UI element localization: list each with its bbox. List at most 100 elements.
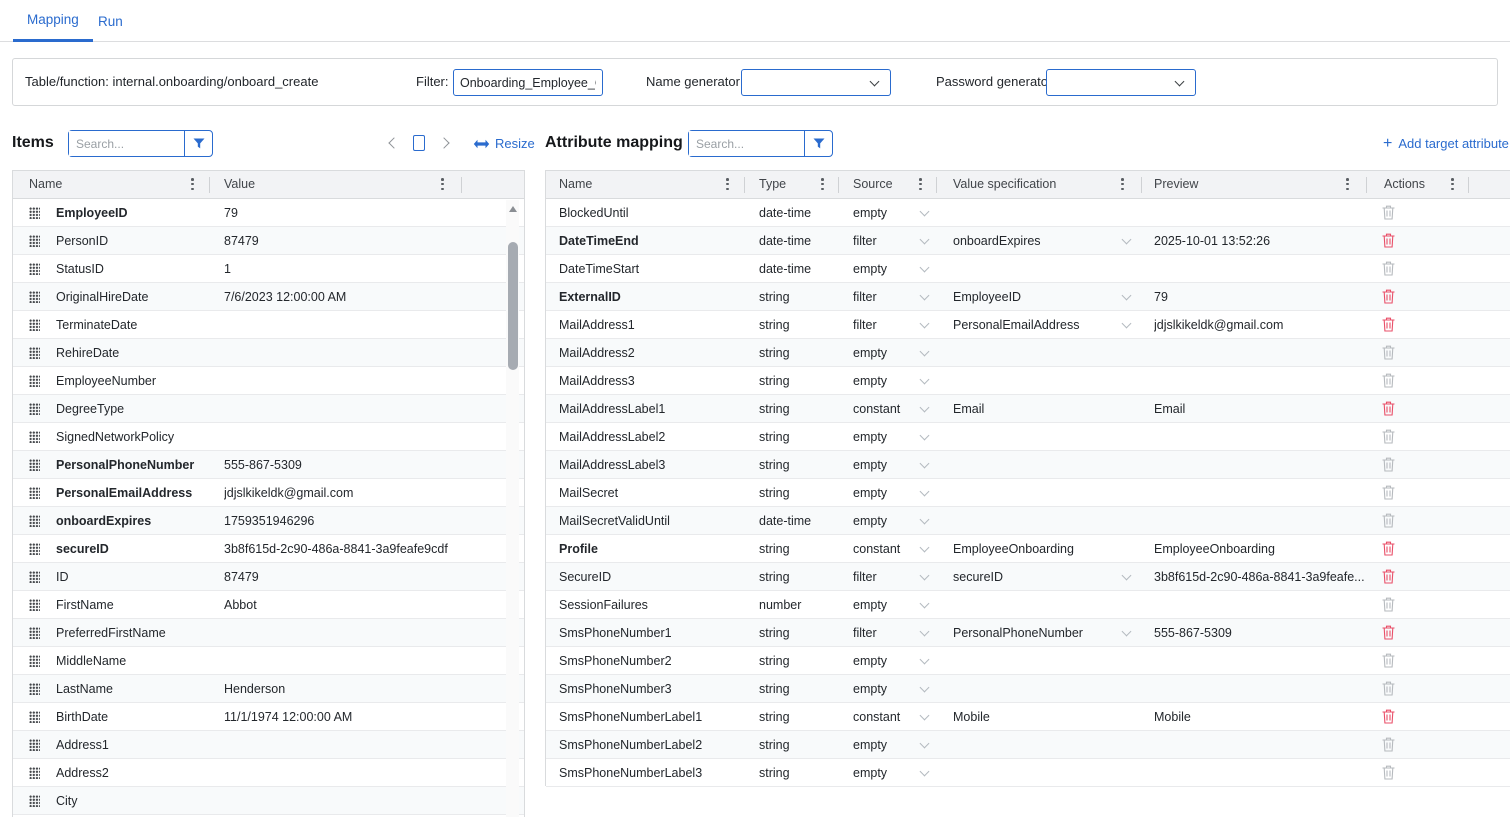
mapping-row[interactable]: DateTimeEnd date-time filter onboardExpi… xyxy=(546,227,1510,255)
source-select[interactable]: filter xyxy=(853,234,915,248)
item-row[interactable]: PreferredFirstName xyxy=(13,619,524,647)
chevron-down-icon[interactable] xyxy=(1122,291,1132,301)
mapping-row[interactable]: ExternalID string filter EmployeeID 79 xyxy=(546,283,1510,311)
value-spec-select[interactable]: secureID xyxy=(953,570,1113,584)
drag-handle-icon[interactable] xyxy=(29,347,40,359)
drag-handle-icon[interactable] xyxy=(29,795,40,807)
mapping-row[interactable]: SmsPhoneNumber1 string filter PersonalPh… xyxy=(546,619,1510,647)
drag-handle-icon[interactable] xyxy=(29,515,40,527)
item-row[interactable]: Address2 xyxy=(13,759,524,787)
source-select[interactable]: empty xyxy=(853,458,915,472)
mapping-row[interactable]: MailAddressLabel1 string constant Email … xyxy=(546,395,1510,423)
item-row[interactable]: DegreeType xyxy=(13,395,524,423)
source-select[interactable]: empty xyxy=(853,430,915,444)
items-scrollbar[interactable] xyxy=(506,200,519,817)
source-select[interactable]: empty xyxy=(853,206,915,220)
item-row[interactable]: RehireDate xyxy=(13,339,524,367)
item-row[interactable]: MiddleName xyxy=(13,647,524,675)
chevron-down-icon[interactable] xyxy=(920,627,930,637)
chevron-down-icon[interactable] xyxy=(920,739,930,749)
item-row[interactable]: LastName Henderson xyxy=(13,675,524,703)
item-row[interactable]: FirstName Abbot xyxy=(13,591,524,619)
chevron-down-icon[interactable] xyxy=(920,683,930,693)
mapping-row[interactable]: MailAddress3 string empty xyxy=(546,367,1510,395)
delete-button[interactable] xyxy=(1382,653,1398,669)
drag-handle-icon[interactable] xyxy=(29,291,40,303)
value-spec-select[interactable]: PersonalPhoneNumber xyxy=(953,626,1113,640)
item-row[interactable]: ID 87479 xyxy=(13,563,524,591)
value-spec-select[interactable]: Email xyxy=(953,402,1113,416)
chevron-down-icon[interactable] xyxy=(920,655,930,665)
mapping-row[interactable]: MailAddress1 string filter PersonalEmail… xyxy=(546,311,1510,339)
chevron-down-icon[interactable] xyxy=(1122,319,1132,329)
name-generator-select[interactable] xyxy=(741,69,891,96)
item-row[interactable]: TerminateDate xyxy=(13,311,524,339)
item-row[interactable]: secureID 3b8f615d-2c90-486a-8841-3a9feaf… xyxy=(13,535,524,563)
chevron-down-icon[interactable] xyxy=(920,375,930,385)
filter-funnel-icon[interactable] xyxy=(804,131,832,156)
delete-button[interactable] xyxy=(1382,541,1398,557)
source-select[interactable]: filter xyxy=(853,318,915,332)
chevron-down-icon[interactable] xyxy=(920,599,930,609)
column-menu-icon[interactable] xyxy=(821,178,824,190)
drag-handle-icon[interactable] xyxy=(29,767,40,779)
mapping-row[interactable]: BlockedUntil date-time empty xyxy=(546,199,1510,227)
chevron-down-icon[interactable] xyxy=(920,263,930,273)
item-row[interactable]: SignedNetworkPolicy xyxy=(13,423,524,451)
column-menu-icon[interactable] xyxy=(726,178,729,190)
item-row[interactable]: OriginalHireDate 7/6/2023 12:00:00 AM xyxy=(13,283,524,311)
chevron-down-icon[interactable] xyxy=(920,543,930,553)
drag-handle-icon[interactable] xyxy=(29,487,40,499)
drag-handle-icon[interactable] xyxy=(29,235,40,247)
next-page-icon[interactable] xyxy=(438,137,449,148)
delete-button[interactable] xyxy=(1382,401,1398,417)
item-row[interactable]: onboardExpires 1759351946296 xyxy=(13,507,524,535)
delete-button[interactable] xyxy=(1382,345,1398,361)
delete-button[interactable] xyxy=(1382,457,1398,473)
source-select[interactable]: empty xyxy=(853,262,915,276)
drag-handle-icon[interactable] xyxy=(29,627,40,639)
delete-button[interactable] xyxy=(1382,513,1398,529)
chevron-down-icon[interactable] xyxy=(920,487,930,497)
mapping-row[interactable]: SmsPhoneNumberLabel1 string constant Mob… xyxy=(546,703,1510,731)
chevron-down-icon[interactable] xyxy=(920,347,930,357)
delete-button[interactable] xyxy=(1382,597,1398,613)
drag-handle-icon[interactable] xyxy=(29,207,40,219)
source-select[interactable]: empty xyxy=(853,738,915,752)
item-row[interactable]: City xyxy=(13,787,524,815)
column-menu-icon[interactable] xyxy=(191,178,194,190)
drag-handle-icon[interactable] xyxy=(29,683,40,695)
drag-handle-icon[interactable] xyxy=(29,375,40,387)
filter-input[interactable] xyxy=(453,69,603,96)
tab-mapping[interactable]: Mapping xyxy=(13,0,93,42)
chevron-down-icon[interactable] xyxy=(920,291,930,301)
item-row[interactable]: EmployeeID 79 xyxy=(13,199,524,227)
delete-button[interactable] xyxy=(1382,233,1398,249)
mapping-row[interactable]: DateTimeStart date-time empty xyxy=(546,255,1510,283)
source-select[interactable]: constant xyxy=(853,542,915,556)
source-select[interactable]: empty xyxy=(853,654,915,668)
scroll-up-icon[interactable] xyxy=(509,206,517,212)
tab-run[interactable]: Run xyxy=(84,0,137,42)
mapping-row[interactable]: SmsPhoneNumberLabel2 string empty xyxy=(546,731,1510,759)
filter-funnel-icon[interactable] xyxy=(184,131,212,156)
delete-button[interactable] xyxy=(1382,429,1398,445)
delete-button[interactable] xyxy=(1382,373,1398,389)
scrollbar-thumb[interactable] xyxy=(508,242,518,370)
value-spec-select[interactable]: Mobile xyxy=(953,710,1113,724)
chevron-down-icon[interactable] xyxy=(920,403,930,413)
mapping-search-input[interactable] xyxy=(689,131,804,156)
delete-button[interactable] xyxy=(1382,709,1398,725)
chevron-down-icon[interactable] xyxy=(920,235,930,245)
mapping-row[interactable]: SessionFailures number empty xyxy=(546,591,1510,619)
delete-button[interactable] xyxy=(1382,485,1398,501)
drag-handle-icon[interactable] xyxy=(29,319,40,331)
delete-button[interactable] xyxy=(1382,765,1398,781)
value-spec-select[interactable]: onboardExpires xyxy=(953,234,1113,248)
chevron-down-icon[interactable] xyxy=(920,319,930,329)
mapping-row[interactable]: Profile string constant EmployeeOnboardi… xyxy=(546,535,1510,563)
delete-button[interactable] xyxy=(1382,317,1398,333)
delete-button[interactable] xyxy=(1382,681,1398,697)
mapping-row[interactable]: SmsPhoneNumberLabel3 string empty xyxy=(546,759,1510,787)
chevron-down-icon[interactable] xyxy=(920,767,930,777)
